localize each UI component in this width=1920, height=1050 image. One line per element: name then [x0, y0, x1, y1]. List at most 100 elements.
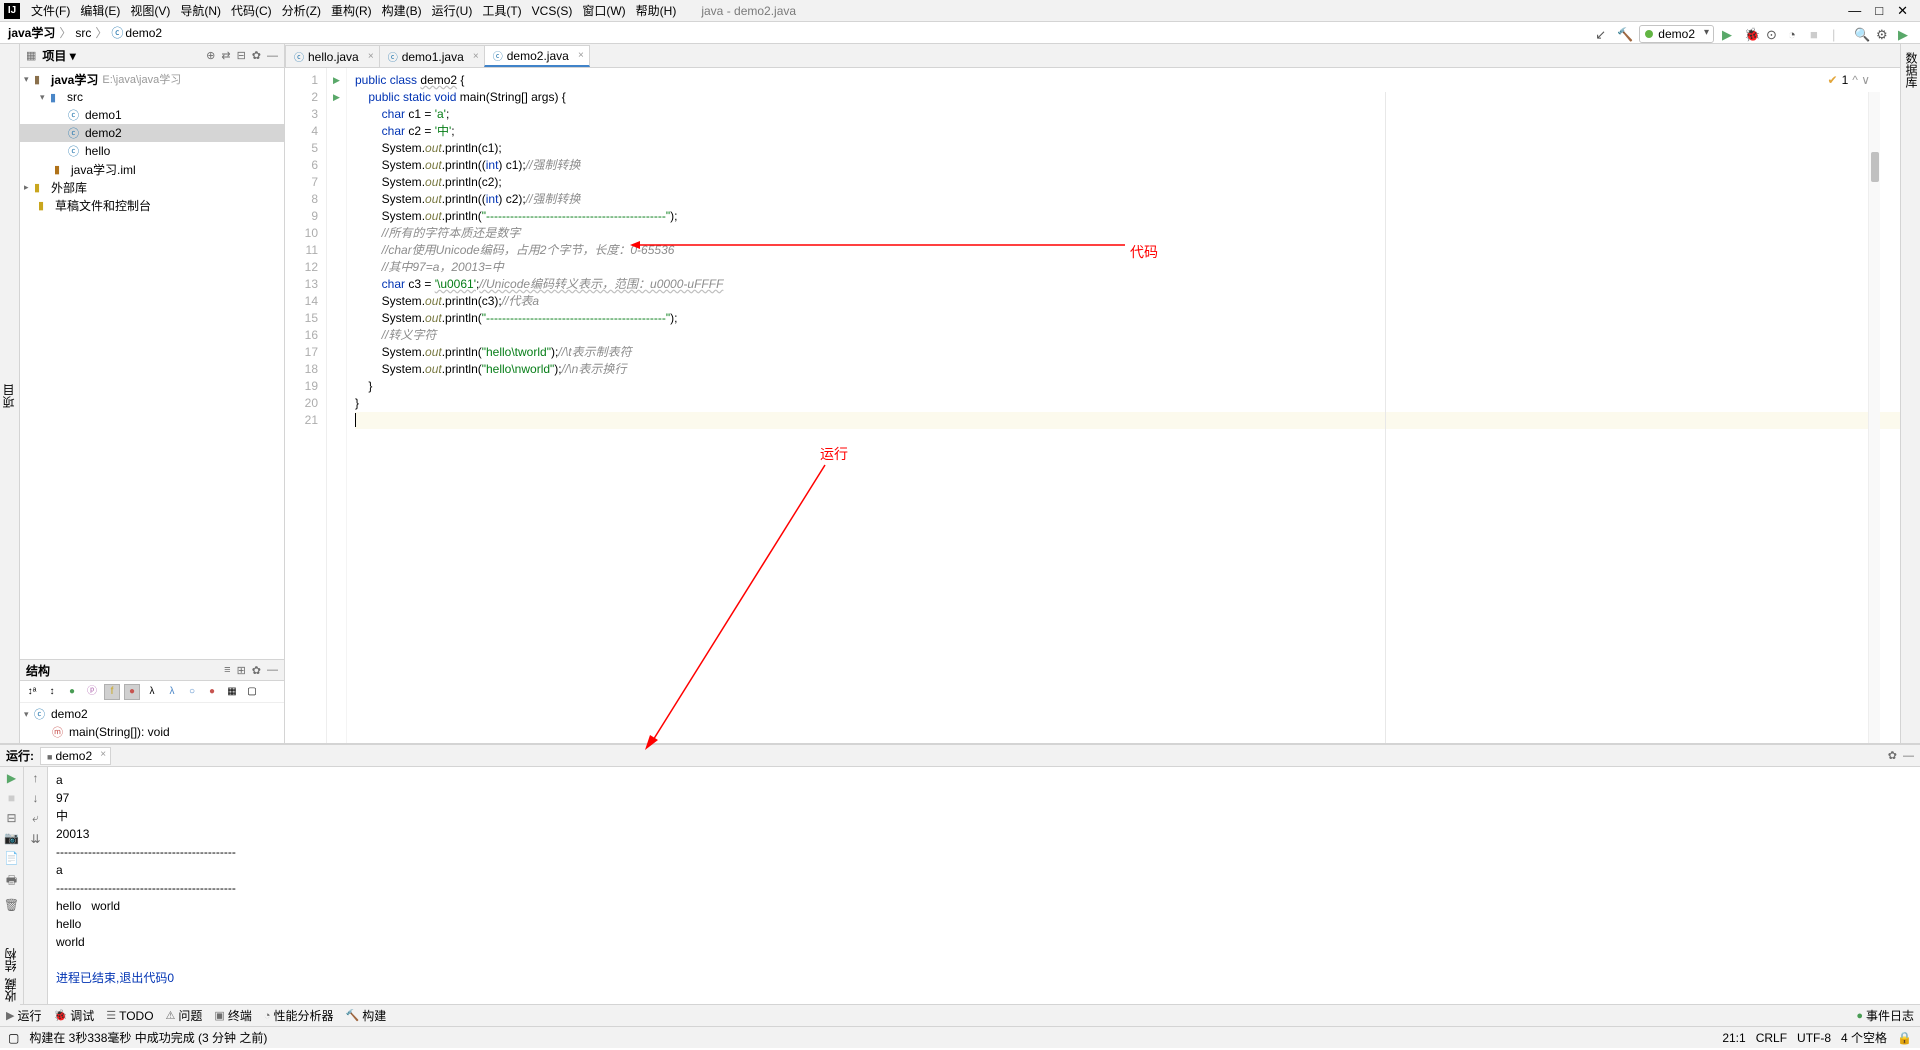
search-icon[interactable]: 🔍	[1854, 27, 1868, 41]
collapse-icon[interactable]: ⊟	[237, 49, 246, 62]
menu-analyze[interactable]: 分析(Z)	[277, 2, 326, 19]
add-config-icon[interactable]: ↙	[1595, 27, 1609, 41]
run-gutter[interactable]: ▶▶	[327, 68, 347, 743]
autoscroll2-icon[interactable]: ▢	[244, 684, 260, 700]
struct-gear-icon[interactable]: ✿	[252, 664, 261, 677]
menu-navigate[interactable]: 导航(N)	[175, 2, 226, 19]
crumb-file[interactable]: demo2	[125, 26, 162, 40]
struct-main[interactable]: ⓜmain(String[]): void	[20, 723, 284, 741]
status-icon[interactable]: ▢	[8, 1031, 19, 1045]
trash-icon[interactable]: 🗑	[4, 898, 19, 912]
bb-build[interactable]: 🔨构建	[346, 1007, 387, 1024]
close-icon[interactable]: ×	[578, 50, 584, 61]
run-output[interactable]: a 97 中 20013 ---------------------------…	[48, 767, 1920, 1004]
code-text[interactable]: public class demo2 { public static void …	[347, 68, 1900, 743]
bb-todo[interactable]: ☰TODO	[106, 1009, 153, 1023]
tree-root[interactable]: ▾▮java学习E:\java\java学习	[20, 70, 284, 88]
minimize-button[interactable]: —	[1848, 3, 1861, 19]
filter-x-icon[interactable]: ○	[184, 684, 200, 700]
crumb-src[interactable]: src	[75, 26, 91, 40]
sort-vis-icon[interactable]: ↕	[44, 684, 60, 700]
tab-demo2[interactable]: ⓒdemo2.java×	[484, 45, 590, 67]
tree-demo1[interactable]: ⓒdemo1	[20, 106, 284, 124]
strip-favorites[interactable]: 收藏	[2, 978, 18, 1002]
run-tab[interactable]: demo2×	[40, 747, 111, 765]
run-hide-icon[interactable]: —	[1903, 750, 1914, 762]
rerun-icon[interactable]: ▶	[7, 771, 16, 785]
filter-anon-icon[interactable]: λ	[164, 684, 180, 700]
tree-demo2[interactable]: ⓒdemo2	[20, 124, 284, 142]
strip-db[interactable]: 数据库	[1902, 48, 1920, 92]
tree-iml[interactable]: ▮java学习.iml	[20, 160, 284, 178]
bb-problems[interactable]: ⚠问题	[166, 1007, 203, 1024]
down-icon[interactable]: ↓	[33, 791, 39, 805]
hammer-icon[interactable]: 🔨	[1617, 27, 1631, 41]
dump-icon[interactable]: 📷	[4, 831, 19, 845]
bb-profiler[interactable]: ◔性能分析器	[264, 1007, 334, 1024]
menu-help[interactable]: 帮助(H)	[631, 2, 682, 19]
strip-project[interactable]: 项目	[0, 380, 19, 412]
struct-sort-icon[interactable]: ≡	[224, 664, 230, 676]
menu-edit[interactable]: 编辑(E)	[75, 2, 125, 19]
filter-method-icon[interactable]: ⓟ	[84, 684, 100, 700]
wrap-icon[interactable]: ⤶	[32, 811, 39, 826]
tree-hello[interactable]: ⓒhello	[20, 142, 284, 160]
maximize-button[interactable]: □	[1875, 3, 1883, 19]
bb-run[interactable]: ▶运行	[6, 1007, 41, 1024]
scrollbar-thumb[interactable]	[1871, 152, 1879, 182]
tab-hello[interactable]: ⓒhello.java×	[285, 45, 380, 67]
bb-terminal[interactable]: ▣终端	[214, 1007, 251, 1024]
up-icon[interactable]: ↑	[33, 771, 39, 785]
expand-icon[interactable]: ⇄	[221, 49, 230, 62]
project-tree[interactable]: ▾▮java学习E:\java\java学习 ▾▮src ⓒdemo1 ⓒdem…	[20, 68, 284, 659]
autoscroll-icon[interactable]: ▦	[224, 684, 240, 700]
run-line-icon[interactable]: ▶	[327, 89, 346, 106]
menu-refactor[interactable]: 重构(R)	[326, 2, 377, 19]
status-indent[interactable]: 4 个空格	[1841, 1029, 1887, 1046]
bb-debug[interactable]: 🐞调试	[53, 1007, 94, 1024]
run-config-selector[interactable]: demo2	[1639, 25, 1714, 43]
scrollbar[interactable]	[1868, 92, 1880, 743]
hide-icon[interactable]: —	[267, 50, 278, 62]
close-icon[interactable]: ×	[473, 51, 479, 62]
inspection-widget[interactable]: ✔1^ ∨	[1828, 72, 1871, 89]
learn-icon[interactable]: ▶	[1898, 27, 1912, 41]
coverage-icon[interactable]: ⊙	[1766, 27, 1780, 41]
sort-alpha-icon[interactable]: ↕ᵃ	[24, 684, 40, 700]
gear-icon[interactable]: ✿	[252, 49, 261, 62]
debug-icon[interactable]: 🐞	[1744, 27, 1758, 41]
struct-class[interactable]: ▾ⓒdemo2	[20, 705, 284, 723]
menu-file[interactable]: 文件(F)	[26, 2, 75, 19]
run-gear-icon[interactable]: ✿	[1888, 749, 1897, 762]
filter-const-icon[interactable]: ●	[124, 684, 140, 700]
profile-icon[interactable]: ◔	[1788, 27, 1802, 41]
menu-window[interactable]: 窗口(W)	[577, 2, 630, 19]
run-line-icon[interactable]: ▶	[327, 72, 346, 89]
close-icon[interactable]: ×	[368, 51, 374, 62]
pause-icon[interactable]: ⊟	[6, 811, 16, 825]
status-lock-icon[interactable]: 🔒	[1897, 1031, 1912, 1045]
tab-demo1[interactable]: ⓒdemo1.java×	[379, 45, 485, 67]
code-area[interactable]: 123456789101112131415161718192021 ▶▶ pub…	[285, 68, 1900, 743]
filter-class-icon[interactable]: ●	[64, 684, 80, 700]
strip-structure[interactable]: 结构	[2, 948, 18, 972]
menu-run[interactable]: 运行(U)	[427, 2, 478, 19]
menu-code[interactable]: 代码(C)	[226, 2, 277, 19]
tree-extlib[interactable]: ▸▮外部库	[20, 178, 284, 196]
exit-icon[interactable]: 📄	[4, 851, 19, 865]
menu-vcs[interactable]: VCS(S)	[527, 4, 578, 18]
close-icon[interactable]: ×	[100, 749, 106, 760]
select-opened-icon[interactable]: ⊕	[206, 49, 215, 62]
filter-y-icon[interactable]: ●	[204, 684, 220, 700]
stop-icon[interactable]: ■	[1810, 27, 1824, 41]
menu-build[interactable]: 构建(B)	[377, 2, 427, 19]
filter-inherited-icon[interactable]: λ	[144, 684, 160, 700]
status-crlf[interactable]: CRLF	[1756, 1031, 1787, 1045]
stop-icon[interactable]: ■	[8, 791, 15, 805]
struct-hide-icon[interactable]: —	[267, 664, 278, 676]
menu-tools[interactable]: 工具(T)	[477, 2, 526, 19]
close-button[interactable]: ✕	[1897, 3, 1908, 19]
scroll-icon[interactable]: ⇊	[30, 832, 40, 846]
crumb-root[interactable]: java学习	[8, 24, 55, 41]
struct-expand-icon[interactable]: ⊞	[237, 664, 246, 677]
